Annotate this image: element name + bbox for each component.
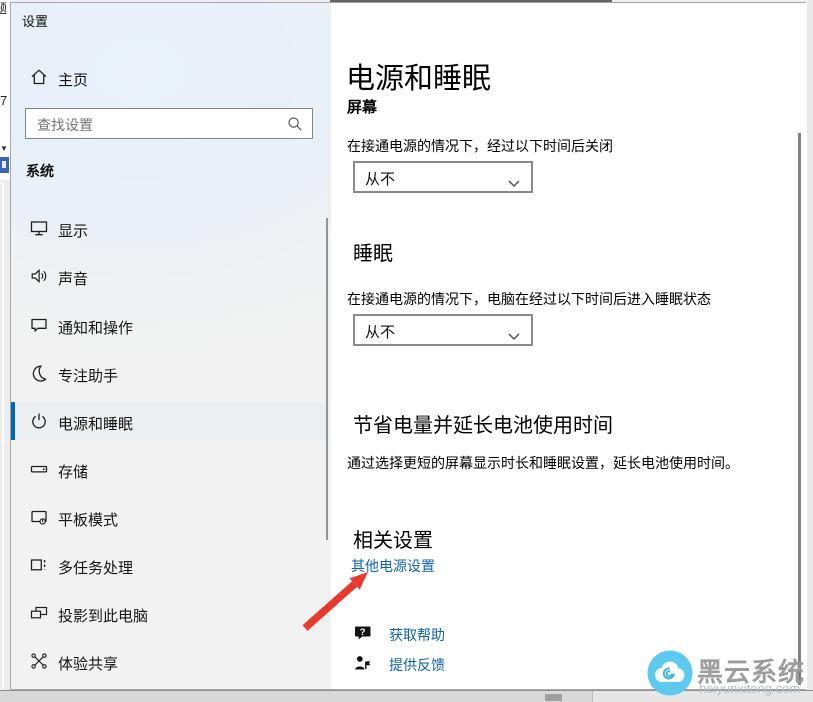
sidebar-item-projecting[interactable]: 投影到此电脑 xyxy=(11,594,329,632)
sidebar-item-multitasking[interactable]: 多任务处理 xyxy=(11,546,329,584)
sidebar: 设置 主页 系统 显示 xyxy=(11,3,331,689)
sidebar-item-shared-experiences[interactable]: 体验共享 xyxy=(11,642,329,680)
sidebar-item-label: 专注助手 xyxy=(58,365,118,386)
background-caret-fragment: ▼ xyxy=(0,142,8,155)
help-bubble-icon: ? xyxy=(353,623,373,648)
battery-section-description: 通过选择更短的屏幕显示时长和睡眠设置，延长电池使用时间。 xyxy=(347,453,739,473)
sidebar-item-power-sleep[interactable]: 电源和睡眠 xyxy=(11,402,329,440)
battery-section-heading: 节省电量并延长电池使用时间 xyxy=(353,409,613,438)
sidebar-item-label: 投影到此电脑 xyxy=(58,605,148,626)
background-number-fragment: 7 xyxy=(0,94,7,107)
sleep-section-description: 在接通电源的情况下，电脑在经过以下时间后进入睡眠状态 xyxy=(347,289,711,309)
background-text-fragment: 题 xyxy=(0,2,7,15)
sidebar-item-sound[interactable]: 声音 xyxy=(11,257,329,295)
projecting-icon xyxy=(29,603,49,628)
selected-accent-bar xyxy=(11,402,15,440)
background-right-strip xyxy=(807,0,813,702)
sidebar-item-notifications[interactable]: 通知和操作 xyxy=(11,306,329,344)
svg-text:?: ? xyxy=(360,627,366,638)
sidebar-item-label: 平板模式 xyxy=(58,509,118,530)
dropdown-value: 从不 xyxy=(365,168,395,189)
chevron-down-icon xyxy=(508,328,520,346)
background-scroll-thumb[interactable] xyxy=(545,694,562,701)
screenshot-root: 题 7 ▼ 设置 主页 系统 xyxy=(0,0,813,702)
background-scroll-divider xyxy=(592,691,593,702)
sidebar-item-tablet-mode[interactable]: 平板模式 xyxy=(11,498,329,536)
focus-assist-icon xyxy=(29,363,49,388)
settings-window: 设置 主页 系统 显示 xyxy=(10,2,806,690)
give-feedback-label: 提供反馈 xyxy=(389,655,445,675)
feedback-person-icon xyxy=(353,653,373,678)
page-title: 电源和睡眠 xyxy=(346,55,491,97)
display-icon xyxy=(29,218,49,243)
sidebar-item-label: 体验共享 xyxy=(58,653,118,674)
sidebar-item-label: 多任务处理 xyxy=(58,557,133,578)
home-icon xyxy=(29,67,49,92)
sleep-section-heading: 睡眠 xyxy=(353,237,393,266)
background-blue-cell xyxy=(0,157,9,173)
search-input[interactable] xyxy=(35,113,279,136)
sidebar-home-label: 主页 xyxy=(58,69,88,90)
storage-icon xyxy=(29,459,49,484)
window-title: 设置 xyxy=(22,11,48,30)
chevron-down-icon xyxy=(508,175,520,193)
search-icon[interactable] xyxy=(286,115,304,138)
related-settings-heading: 相关设置 xyxy=(353,524,433,553)
give-feedback-link[interactable]: 提供反馈 xyxy=(353,652,553,676)
additional-power-settings-link[interactable]: 其他电源设置 xyxy=(351,556,435,576)
sidebar-item-storage[interactable]: 存储 xyxy=(11,450,329,488)
sidebar-item-focus-assist[interactable]: 专注助手 xyxy=(11,354,329,392)
dropdown-value: 从不 xyxy=(365,321,395,342)
tablet-mode-icon xyxy=(29,507,49,532)
sound-icon xyxy=(29,266,49,291)
background-scroll-track xyxy=(593,691,813,702)
multitasking-icon xyxy=(29,555,49,580)
sidebar-item-label: 声音 xyxy=(58,268,88,289)
get-help-label: 获取帮助 xyxy=(389,625,445,645)
screen-timeout-dropdown[interactable]: 从不 xyxy=(353,161,533,193)
main-content: 电源和睡眠 屏幕 在接通电源的情况下，经过以下时间后关闭 从不 睡眠 在接通电源… xyxy=(331,3,807,689)
screen-section-heading: 屏幕 xyxy=(347,96,377,117)
background-divider xyxy=(2,182,4,690)
sidebar-scrollbar-thumb[interactable] xyxy=(326,218,328,540)
background-horizontal-scrollbar xyxy=(0,690,813,702)
sidebar-item-display[interactable]: 显示 xyxy=(11,209,329,247)
sleep-timeout-dropdown[interactable]: 从不 xyxy=(353,314,533,346)
power-icon xyxy=(29,411,49,436)
notifications-icon xyxy=(29,315,49,340)
screen-section-description: 在接通电源的情况下，经过以下时间后关闭 xyxy=(347,136,613,156)
sidebar-item-label: 存储 xyxy=(58,461,88,482)
sidebar-item-home[interactable]: 主页 xyxy=(11,59,331,95)
sidebar-item-label: 电源和睡眠 xyxy=(58,413,133,434)
content-scrollbar-thumb[interactable] xyxy=(798,133,801,685)
get-help-link[interactable]: ? 获取帮助 xyxy=(353,622,553,646)
sidebar-item-label: 通知和操作 xyxy=(58,317,133,338)
sidebar-section-system: 系统 xyxy=(26,161,54,181)
sidebar-item-label: 显示 xyxy=(58,220,88,241)
shared-experiences-icon xyxy=(29,651,49,676)
search-box[interactable] xyxy=(25,108,313,139)
background-window-strip: 题 7 ▼ xyxy=(0,0,10,702)
